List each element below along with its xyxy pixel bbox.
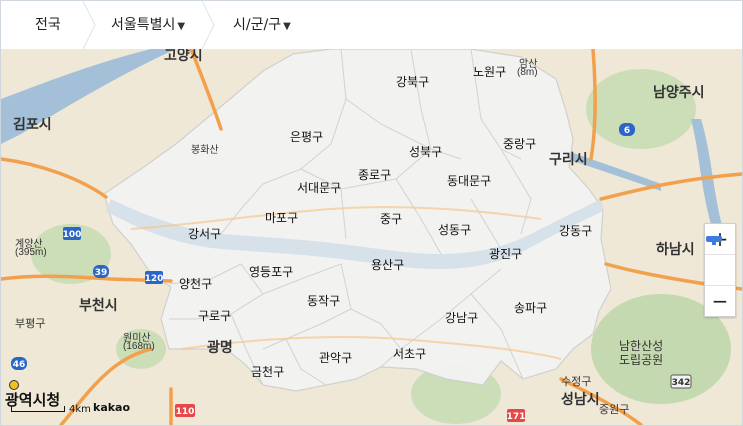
surrounding-labels: 고양시 김포시 구리시 남양주시 하남시 부천시 광명 성남시 계양산 (395… bbox=[1, 49, 742, 425]
city-label: 하남시 bbox=[656, 241, 695, 257]
map-canvas[interactable]: 100 39 120 46 110 6 342 171 강북구 노원구 은평구 bbox=[1, 49, 742, 425]
city-label: 중원구 bbox=[599, 404, 630, 416]
scale-bar-line bbox=[11, 406, 65, 412]
city-label: 남양주시 bbox=[653, 84, 705, 100]
city-label: 성남시 bbox=[561, 391, 600, 407]
breadcrumb-district-dropdown[interactable]: 시/군/구 ▼ bbox=[233, 1, 291, 49]
breadcrumb-separator-icon bbox=[201, 1, 215, 49]
breadcrumb-nation-label: 전국 bbox=[35, 17, 61, 33]
region-breadcrumb: 전국 서울특별시 ▼ 시/군/구 ▼ bbox=[1, 1, 742, 50]
breadcrumb-district-label: 시/군/구 bbox=[233, 17, 282, 33]
zoom-out-button[interactable]: − bbox=[705, 286, 735, 316]
mountain-height: (395m) bbox=[15, 247, 47, 258]
zoom-control: + − bbox=[704, 223, 736, 317]
caret-down-icon: ▼ bbox=[177, 21, 186, 32]
zoom-slider-handle[interactable] bbox=[705, 236, 735, 286]
kakao-logo: kakao bbox=[93, 401, 131, 414]
mountain-label: 봉화산 bbox=[191, 145, 219, 156]
park-label: 도립공원 bbox=[619, 353, 664, 367]
mountain-height: (8m) bbox=[517, 67, 538, 78]
scale-distance: 4km bbox=[69, 404, 91, 415]
zoom-level-icon bbox=[706, 236, 722, 245]
breadcrumb-nation[interactable]: 전국 bbox=[35, 1, 61, 49]
city-label: 광명 bbox=[207, 339, 233, 355]
city-label: 부천시 bbox=[79, 297, 118, 313]
city-label: 김포시 bbox=[13, 116, 52, 132]
city-label: 고양시 bbox=[164, 49, 203, 63]
scale-bar: 4km bbox=[11, 404, 91, 415]
mountain-height: (168m) bbox=[123, 341, 155, 352]
map-widget: 전국 서울특별시 ▼ 시/군/구 ▼ 100 39 120 46 110 6 3… bbox=[0, 0, 743, 426]
breadcrumb-separator-icon bbox=[82, 1, 96, 49]
caret-down-icon: ▼ bbox=[283, 21, 291, 32]
breadcrumb-province-dropdown[interactable]: 서울특별시 ▼ bbox=[111, 1, 185, 49]
city-label: 부평구 bbox=[15, 318, 46, 330]
city-hall-marker-icon bbox=[9, 380, 19, 390]
city-label: 수정구 bbox=[561, 376, 592, 388]
city-label: 구리시 bbox=[549, 151, 588, 167]
breadcrumb-province-label: 서울특별시 bbox=[111, 17, 176, 33]
